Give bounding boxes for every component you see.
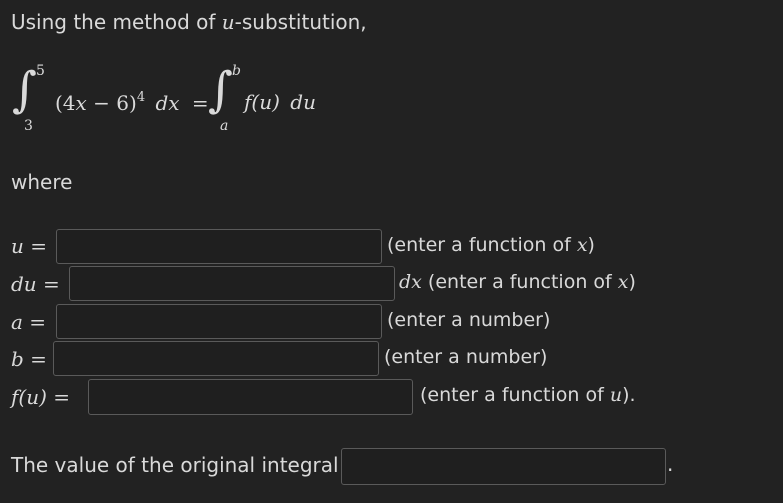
right-upper-limit: b (232, 63, 241, 79)
b-label: b = (11, 347, 47, 371)
fu-hint-post: ). (622, 384, 636, 406)
du-hint-var: x (617, 271, 629, 293)
b-input[interactable] (53, 341, 379, 376)
du-hint-dx: dx (399, 271, 422, 293)
fu-label-arg: (u) (18, 385, 47, 409)
u-input[interactable] (56, 229, 382, 264)
final-question-label: The value of the original integral is (11, 453, 361, 477)
u-label: u = (11, 234, 47, 258)
integrand-rest: − 6) (86, 91, 137, 115)
a-label-eq: = (22, 310, 47, 334)
du-label-var: du (11, 272, 37, 296)
fu-label: f(u) = (11, 385, 70, 409)
final-period: . (667, 452, 674, 476)
b-hint: (enter a number) (384, 346, 548, 368)
u-hint-var: x (576, 234, 588, 256)
intro-text: Using the method of u-substitution, (11, 10, 367, 34)
intro-var-u: u (221, 10, 235, 34)
u-label-var: u (11, 234, 24, 258)
fu-hint-pre: (enter a function of (420, 384, 610, 406)
du-hint-pre: (enter a function of (421, 271, 618, 293)
du-hint-post: ) (628, 271, 636, 293)
right-arg-u: (u) (251, 90, 280, 114)
left-lower-limit: 3 (24, 118, 33, 134)
fu-input[interactable] (88, 379, 413, 415)
right-integral-sign: ∫ (208, 62, 234, 118)
u-hint: (enter a function of x) (387, 234, 595, 256)
right-du: du (290, 90, 316, 114)
intro-prefix: Using the method of (11, 10, 222, 34)
a-label: a = (11, 310, 46, 334)
integrand-dx: dx (155, 91, 180, 115)
intro-suffix: -substitution, (234, 10, 367, 34)
integrand-x: x (75, 91, 87, 115)
integrand-power: 4 (136, 90, 146, 105)
fu-label-eq: = (46, 385, 71, 409)
b-label-eq: = (23, 347, 47, 371)
left-integrand: (4x − 6)4 dx = (55, 90, 209, 115)
du-input[interactable] (69, 266, 395, 301)
left-upper-limit: 5 (36, 63, 45, 79)
a-input[interactable] (56, 304, 382, 339)
equals-sign: = (191, 91, 209, 115)
du-hint: dx (enter a function of x) (399, 271, 636, 293)
fu-hint: (enter a function of u). (420, 384, 636, 406)
u-hint-pre: (enter a function of (387, 234, 577, 256)
integrand-open: (4 (55, 91, 76, 115)
b-label-var: b (11, 347, 24, 371)
du-label-eq: = (36, 272, 60, 296)
du-label: du = (11, 272, 60, 296)
right-integrand: f(u) du (244, 90, 316, 114)
u-hint-post: ) (587, 234, 595, 256)
integral-value-input[interactable] (341, 448, 666, 485)
u-label-eq: = (23, 234, 48, 258)
a-label-var: a (11, 310, 23, 334)
integral-equation: ∫ 5 3 (4x − 6)4 dx = ∫ b a f(u) du (10, 60, 430, 150)
fu-hint-var: u (609, 384, 623, 406)
right-lower-limit: a (220, 118, 229, 134)
a-hint: (enter a number) (387, 309, 551, 331)
where-label: where (11, 170, 73, 194)
left-integral-sign: ∫ (12, 62, 38, 118)
